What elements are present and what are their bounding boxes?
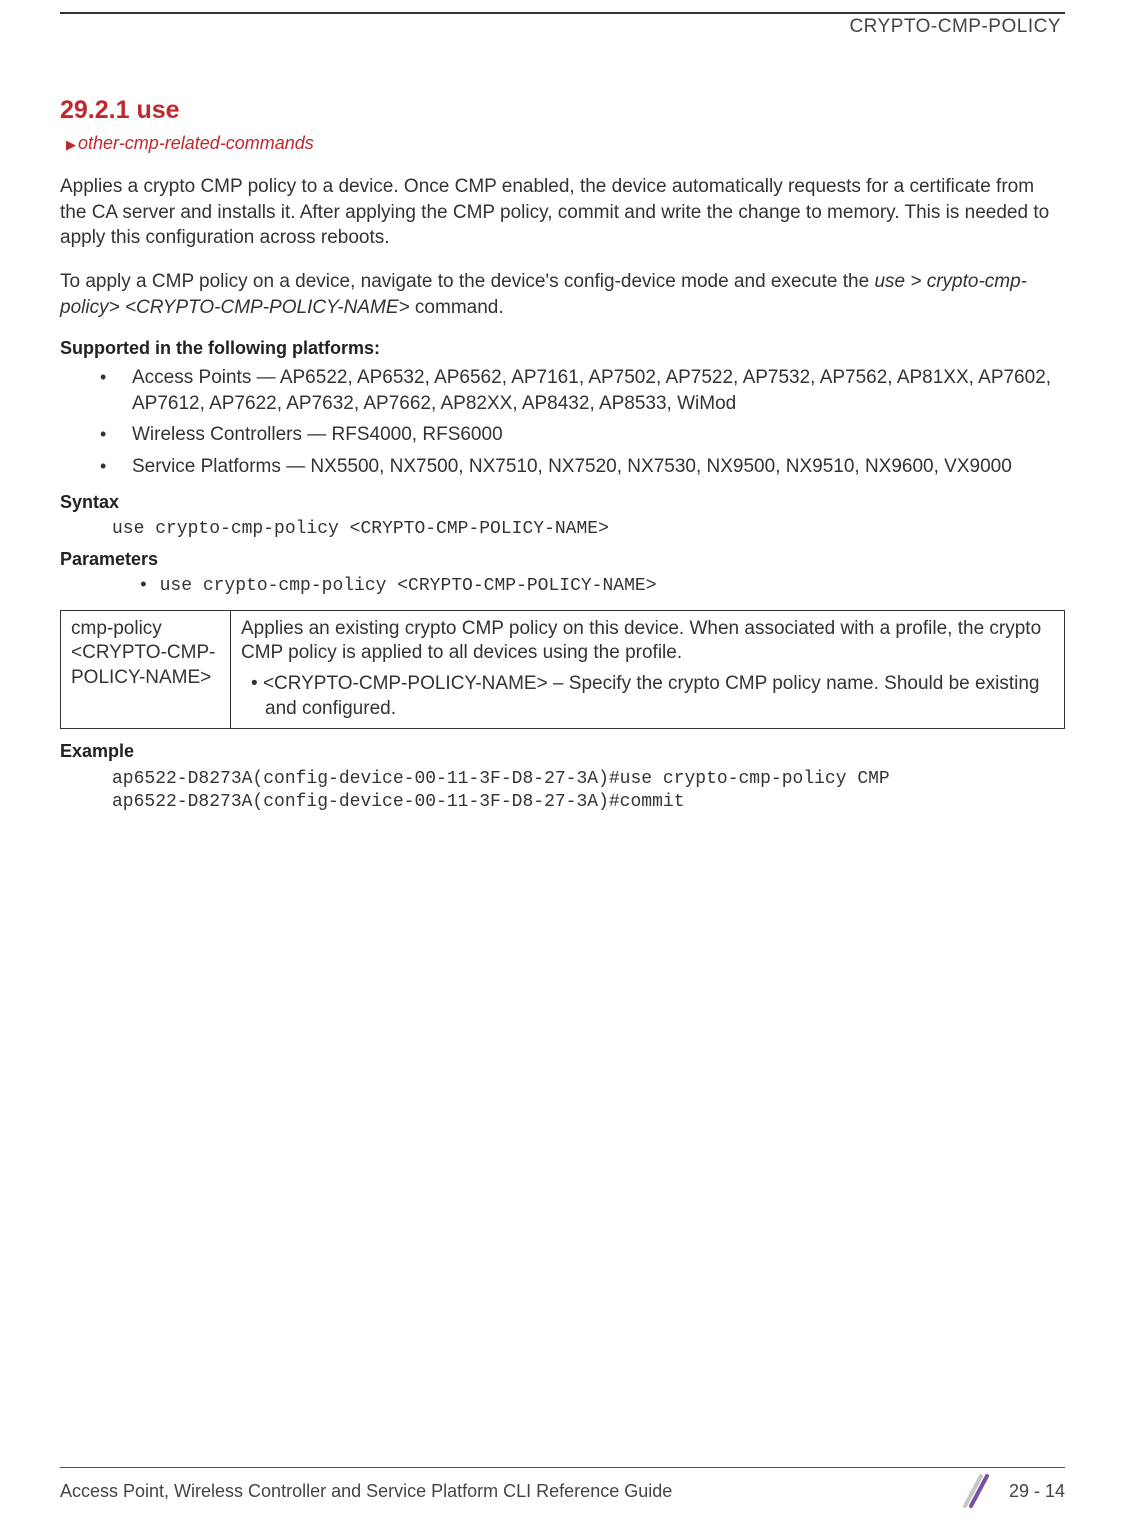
param-name-cell: cmp-policy <CRYPTO-CMP-POLICY-NAME> bbox=[61, 610, 231, 728]
list-item: Wireless Controllers — RFS4000, RFS6000 bbox=[98, 422, 1065, 448]
page-header: CRYPTO-CMP-POLICY bbox=[60, 12, 1065, 38]
section-title: 29.2.1 use bbox=[60, 96, 1065, 125]
breadcrumb-arrow-icon: ▶ bbox=[66, 137, 76, 152]
list-item: Access Points — AP6522, AP6532, AP6562, … bbox=[98, 365, 1065, 416]
breadcrumb-label: other-cmp-related-commands bbox=[78, 133, 314, 153]
parameters-heading: Parameters bbox=[60, 549, 1065, 570]
header-title: CRYPTO-CMP-POLICY bbox=[849, 16, 1061, 37]
footer-slash-icon bbox=[961, 1472, 995, 1510]
parameters-table: cmp-policy <CRYPTO-CMP-POLICY-NAME> Appl… bbox=[60, 610, 1065, 729]
param-desc-text: Applies an existing crypto CMP policy on… bbox=[241, 617, 1054, 666]
breadcrumb[interactable]: ▶other-cmp-related-commands bbox=[66, 133, 1065, 154]
footer-page-number: 29 - 14 bbox=[1009, 1481, 1065, 1502]
intro2-text-c: command. bbox=[410, 297, 504, 318]
table-row: cmp-policy <CRYPTO-CMP-POLICY-NAME> Appl… bbox=[61, 610, 1065, 728]
page-footer: Access Point, Wireless Controller and Se… bbox=[0, 1467, 1125, 1510]
list-item: Service Platforms — NX5500, NX7500, NX75… bbox=[98, 454, 1065, 480]
intro2-text-a: To apply a CMP policy on a device, navig… bbox=[60, 271, 874, 292]
param-desc-cell: Applies an existing crypto CMP policy on… bbox=[231, 610, 1065, 728]
platforms-list: Access Points — AP6522, AP6532, AP6562, … bbox=[98, 365, 1065, 480]
supported-platforms-heading: Supported in the following platforms: bbox=[60, 338, 1065, 359]
example-code: ap6522-D8273A(config-device-00-11-3F-D8-… bbox=[112, 768, 1065, 815]
intro-paragraph-2: To apply a CMP policy on a device, navig… bbox=[60, 269, 1065, 320]
param-desc-bullet: <CRYPTO-CMP-POLICY-NAME> – Specify the c… bbox=[241, 672, 1054, 721]
parameters-bullet: use crypto-cmp-policy <CRYPTO-CMP-POLICY… bbox=[138, 576, 1065, 596]
syntax-code: use crypto-cmp-policy <CRYPTO-CMP-POLICY… bbox=[112, 519, 1065, 539]
example-heading: Example bbox=[60, 741, 1065, 762]
footer-guide-title: Access Point, Wireless Controller and Se… bbox=[60, 1481, 672, 1502]
syntax-heading: Syntax bbox=[60, 492, 1065, 513]
intro-paragraph-1: Applies a crypto CMP policy to a device.… bbox=[60, 174, 1065, 251]
